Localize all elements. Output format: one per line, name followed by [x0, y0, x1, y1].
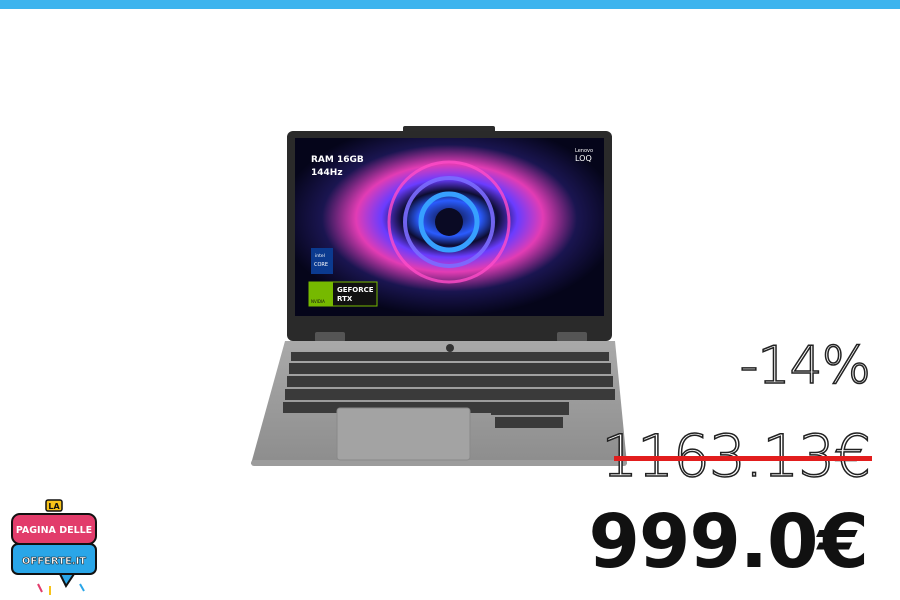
- gpu-badge-line1: GEFORCE: [337, 286, 374, 294]
- cpu-badge: [311, 248, 333, 274]
- laptop-product-image: RAM 16GB 144Hz Lenovo LOQ intel CORE NVI…: [251, 126, 627, 466]
- new-price: 999.0€: [588, 499, 869, 585]
- old-price-strikethrough: [614, 456, 872, 461]
- gpu-badge-line2: RTX: [337, 295, 353, 303]
- discount-percent: -14%: [739, 336, 872, 396]
- brand-large-text: LOQ: [575, 154, 592, 163]
- top-accent-bar: [0, 0, 900, 9]
- logo-line2: PAGINA DELLE: [16, 525, 92, 536]
- spec-ram-text: RAM 16GB: [311, 155, 364, 165]
- cpu-badge-mid: CORE: [314, 262, 328, 268]
- logo-line3: OFFERTE.IT: [22, 556, 86, 567]
- site-logo: LA PAGINA DELLE OFFERTE.IT: [11, 499, 97, 595]
- spec-hz-text: 144Hz: [311, 168, 343, 178]
- logo-line1: LA: [48, 502, 60, 511]
- cpu-badge-top: intel: [315, 253, 325, 259]
- gpu-badge-brand: NVIDIA: [311, 299, 325, 304]
